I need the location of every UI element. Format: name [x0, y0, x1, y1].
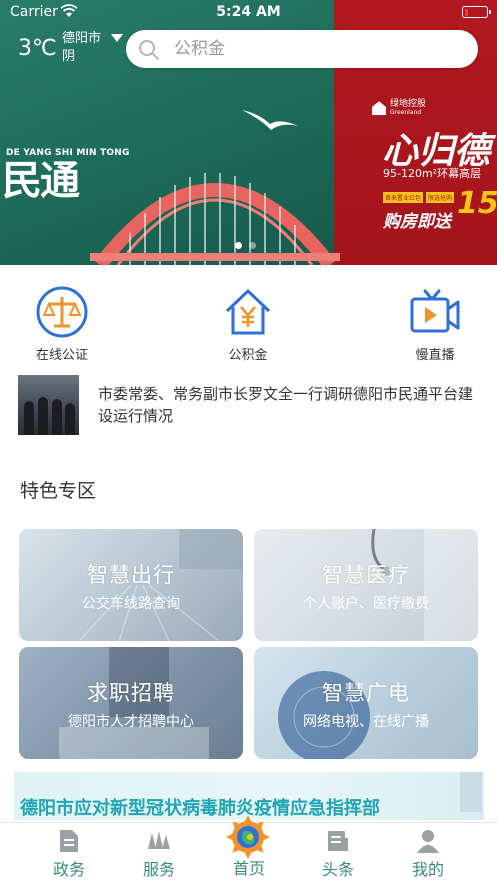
document-icon — [60, 830, 78, 852]
search-bar[interactable] — [126, 30, 478, 68]
tab-label: 政务 — [52, 860, 85, 879]
tab-label: 头条 — [321, 860, 354, 879]
epidemic-banner-thumbnail — [460, 772, 482, 812]
feature-card-title: 求职招聘 — [87, 681, 175, 705]
feature-card-subtitle: 公交车线路查询 — [82, 596, 180, 612]
ad-cta: 购房即送 — [383, 212, 451, 232]
ad-brand-logo: 绿地控股 Greenland — [372, 99, 427, 116]
tab-government[interactable]: 政务 — [34, 829, 104, 880]
ad-brand-en: Greenland — [390, 108, 422, 116]
carousel-dot-active[interactable] — [235, 242, 242, 249]
search-icon — [139, 40, 159, 60]
carousel-indicator — [235, 242, 256, 249]
ad-brand: 绿地控股 — [390, 99, 427, 109]
feature-card-subtitle: 网络电视、在线广播 — [303, 714, 429, 730]
news-item[interactable]: 市委常委、常务副市长罗文全一行调研德阳市民通平台建设运行情况 — [18, 375, 478, 435]
home-logo-icon[interactable] — [221, 812, 275, 866]
ad-badge: 限选抢购 — [426, 192, 455, 203]
tab-profile[interactable]: 我的 — [393, 829, 463, 880]
service-icon — [148, 831, 170, 849]
headline-icon — [328, 831, 348, 851]
ad-badges: 首来置业红包 限选抢购 — [383, 192, 455, 203]
tab-home[interactable]: 首页 — [214, 859, 284, 879]
news-thumbnail — [18, 375, 79, 435]
video-camera-icon — [410, 289, 460, 333]
quick-service-label: 慢直播 — [415, 348, 455, 363]
news-title[interactable]: 市委常委、常务副市长罗文全一行调研德阳市民通平台建设运行情况 — [98, 383, 476, 427]
feature-card-job-recruit[interactable]: 求职招聘 德阳市人才招聘中心 — [19, 647, 243, 759]
status-time: 5:24 AM — [216, 4, 281, 20]
tab-label: 我的 — [411, 860, 444, 879]
feature-card-title: 智慧出行 — [87, 563, 175, 587]
bridge-illustration — [90, 173, 340, 265]
quick-service-housing-fund[interactable]: 公积金 — [198, 285, 298, 363]
ad-area: 95-120m²环幕高层 — [383, 167, 482, 180]
seagull-icon — [242, 110, 298, 130]
feature-card-title: 智慧医疗 — [322, 563, 410, 587]
feature-card-subtitle: 个人账户、医疗缴费 — [303, 596, 429, 612]
feature-card-smart-travel[interactable]: 智慧出行 公交车线路查询 — [19, 529, 243, 641]
ad-badge: 首来置业红包 — [383, 192, 424, 203]
feature-card-subtitle: 德阳市人才招聘中心 — [68, 714, 194, 730]
notary-scale-icon — [36, 286, 88, 338]
weather-condition: 阴 — [62, 49, 76, 65]
search-input[interactable] — [174, 36, 454, 62]
epidemic-banner-text: 德阳市应对新型冠状病毒肺炎疫情应急指挥部 — [20, 798, 380, 819]
status-bar: Carrier 5:24 AM — [0, 0, 497, 26]
quick-service-label: 公积金 — [228, 348, 268, 363]
tab-services[interactable]: 服务 — [124, 829, 194, 880]
house-yuan-icon — [225, 289, 271, 335]
greenland-logo-icon — [372, 101, 386, 116]
banner-caption-en: DE YANG SHI MIN TONG — [6, 148, 130, 158]
section-title-featured: 特色专区 — [20, 480, 97, 502]
caret-down-icon[interactable] — [110, 33, 124, 43]
user-icon — [417, 830, 439, 853]
ad-price: 15.8 — [457, 186, 497, 221]
banner-caption-cn: 民通 — [2, 158, 80, 204]
quick-service-slow-live[interactable]: 慢直播 — [385, 285, 485, 363]
carousel-dot[interactable] — [249, 242, 256, 249]
feature-card-smart-medical[interactable]: 智慧医疗 个人账户、医疗缴费 — [254, 529, 478, 641]
battery-icon — [462, 6, 491, 18]
feature-card-title: 智慧广电 — [322, 681, 410, 705]
tab-label: 服务 — [142, 860, 175, 879]
feature-card-smart-broadcast[interactable]: 智慧广电 网络电视、在线广播 — [254, 647, 478, 759]
weather-temperature: 3℃ — [18, 36, 57, 61]
quick-service-notary[interactable]: 在线公证 — [12, 285, 112, 363]
tab-headlines[interactable]: 头条 — [303, 829, 373, 880]
quick-service-label: 在线公证 — [35, 348, 88, 363]
weather-location[interactable]: 德阳市 阴 — [62, 30, 101, 66]
weather-city[interactable]: 德阳市 — [62, 30, 101, 48]
